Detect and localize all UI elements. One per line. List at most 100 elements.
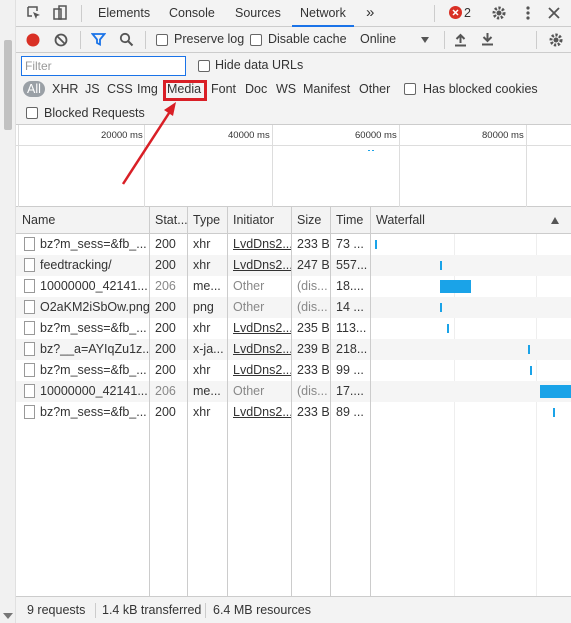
cell-initiator: Other (233, 384, 265, 398)
type-filter-ws[interactable]: WS (276, 82, 296, 96)
tab-elements[interactable]: Elements (98, 0, 150, 27)
type-filter-all[interactable]: All (23, 81, 45, 97)
inspect-element-icon[interactable] (26, 5, 42, 21)
throttling-select[interactable]: Online (360, 32, 396, 46)
type-filter-font[interactable]: Font (211, 82, 236, 96)
table-row[interactable]: bz?__a=AYIqZu1z... 200 x-ja... LvdDns2... 23… (16, 339, 571, 360)
disable-cache-label: Disable cache (268, 32, 347, 46)
export-har-icon[interactable] (481, 32, 494, 47)
overview-activity-mark (372, 150, 374, 151)
cell-type: png (193, 300, 214, 314)
column-header-type[interactable]: Type (187, 207, 227, 234)
cell-name: feedtracking/ (40, 258, 112, 272)
divider (536, 31, 537, 49)
column-separator[interactable] (187, 207, 188, 596)
type-filter-other[interactable]: Other (359, 82, 390, 96)
blocked-requests-checkbox[interactable] (26, 107, 38, 119)
cell-size: (dis... (297, 384, 328, 398)
type-filter-js[interactable]: JS (85, 82, 100, 96)
column-header-initiator[interactable]: Initiator (227, 207, 291, 234)
cell-status: 200 (155, 342, 176, 356)
cell-name: O2aKM2iSbOw.png (40, 300, 149, 314)
more-tabs-button[interactable]: » (366, 0, 374, 27)
column-separator[interactable] (370, 207, 371, 596)
search-icon[interactable] (119, 32, 134, 47)
divider (444, 31, 445, 49)
settings-gear-icon[interactable] (491, 5, 507, 21)
tab-console[interactable]: Console (169, 0, 215, 27)
disable-cache-checkbox[interactable] (250, 34, 262, 46)
cell-status: 200 (155, 258, 176, 272)
network-toolbar: Preserve log Disable cache Online (16, 27, 571, 53)
scrollbar-thumb[interactable] (4, 40, 12, 130)
device-toolbar-icon[interactable] (52, 5, 68, 21)
error-icon[interactable] (449, 6, 462, 19)
cell-initiator: Other (233, 279, 265, 293)
table-row[interactable]: 10000000_42141... 206 me... Other (dis... 17.… (16, 381, 571, 402)
type-filter-css[interactable]: CSS (107, 82, 133, 96)
cell-status: 206 (155, 384, 176, 398)
column-header-name[interactable]: Name (16, 207, 149, 234)
table-row[interactable]: bz?m_sess=&fb_... 200 xhr LvdDns2... 233 B 99… (16, 360, 571, 381)
waterfall-bar (553, 408, 555, 417)
cell-initiator[interactable]: LvdDns2... (227, 402, 291, 423)
more-options-icon[interactable] (520, 5, 536, 21)
devtools-tab-bar: Elements Console Sources Network » 2 (16, 0, 571, 27)
cell-initiator[interactable]: LvdDns2... (227, 318, 291, 339)
type-filter-img[interactable]: Img (137, 82, 158, 96)
type-filter-doc[interactable]: Doc (245, 82, 267, 96)
has-blocked-cookies-checkbox[interactable] (404, 83, 416, 95)
type-filter-manifest[interactable]: Manifest (303, 82, 350, 96)
filter-input[interactable]: Filter (21, 56, 186, 76)
close-icon[interactable] (546, 5, 562, 21)
error-count[interactable]: 2 (464, 0, 471, 27)
sort-ascending-icon[interactable] (551, 217, 559, 224)
overview-gridline (272, 125, 273, 207)
tab-sources[interactable]: Sources (235, 0, 281, 27)
import-har-icon[interactable] (454, 32, 467, 47)
column-separator[interactable] (291, 207, 292, 596)
divider (80, 31, 81, 49)
column-header-status[interactable]: Stat... (149, 207, 187, 234)
cell-type: me... (193, 279, 221, 293)
table-row[interactable]: 10000000_42141... 206 me... Other (dis... 18.… (16, 276, 571, 297)
column-separator[interactable] (227, 207, 228, 596)
dropdown-arrow-icon[interactable] (421, 37, 429, 43)
cell-size: 239 B (297, 342, 330, 356)
cell-type: xhr (193, 237, 211, 251)
network-settings-gear-icon[interactable] (548, 32, 564, 48)
column-header-waterfall[interactable]: Waterfall (370, 207, 571, 234)
clear-icon[interactable] (54, 33, 68, 47)
table-row[interactable]: feedtracking/200 xhr LvdDns2... 247 B 557... (16, 255, 571, 276)
cell-type: xhr (193, 363, 211, 377)
cell-time: 73 ... (336, 237, 364, 251)
column-header-time[interactable]: Time (330, 207, 370, 234)
cell-name: bz?m_sess=&fb_... (40, 237, 147, 251)
timeline-overview[interactable]: 20000 ms 40000 ms 60000 ms 80000 ms (16, 125, 571, 207)
column-header-size[interactable]: Size (291, 207, 330, 234)
tab-network[interactable]: Network (292, 0, 354, 27)
table-row[interactable]: bz?m_sess=&fb_... 200 xhr LvdDns2... 235 B 11… (16, 318, 571, 339)
table-row[interactable]: bz?m_sess=&fb_... 200 xhr LvdDns2... 233 B 89… (16, 402, 571, 423)
type-filter-xhr[interactable]: XHR (52, 82, 78, 96)
cell-initiator[interactable]: LvdDns2... (227, 360, 291, 381)
preserve-log-checkbox[interactable] (156, 34, 168, 46)
cell-status: 200 (155, 321, 176, 335)
hide-data-urls-checkbox[interactable] (198, 60, 210, 72)
cell-initiator[interactable]: LvdDns2... (227, 255, 291, 276)
cell-type: me... (193, 384, 221, 398)
column-separator[interactable] (149, 207, 150, 596)
record-icon[interactable] (26, 33, 40, 47)
cell-initiator[interactable]: LvdDns2... (227, 234, 291, 255)
divider (434, 5, 435, 22)
cell-initiator[interactable]: LvdDns2... (227, 339, 291, 360)
filter-funnel-icon[interactable] (91, 32, 106, 47)
waterfall-bar (440, 303, 442, 312)
cell-status: 200 (155, 363, 176, 377)
cell-type: xhr (193, 258, 211, 272)
scroll-down-arrow-icon[interactable] (3, 613, 13, 619)
table-row[interactable]: bz?m_sess=&fb_... 200 xhr LvdDns2... 233 B 73… (16, 234, 571, 255)
table-row[interactable]: O2aKM2iSbOw.png 200 png Other (dis... 14 ... (16, 297, 571, 318)
left-scrollbar[interactable] (0, 0, 16, 623)
column-separator[interactable] (330, 207, 331, 596)
